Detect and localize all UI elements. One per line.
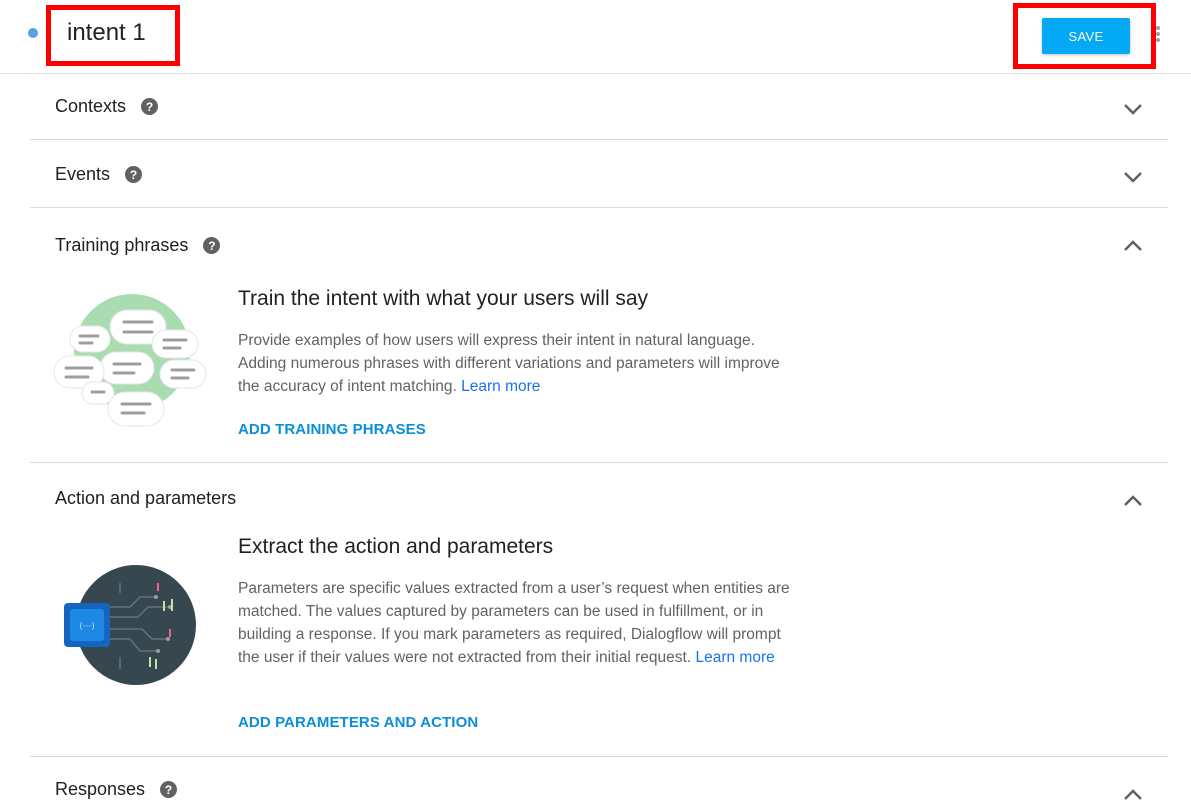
top-bar: intent 1 SAVE: [0, 0, 1191, 74]
contexts-section[interactable]: Contexts ?: [30, 74, 1168, 140]
action-parameters-header[interactable]: Action and parameters: [55, 488, 236, 509]
add-parameters-and-action-button[interactable]: ADD PARAMETERS AND ACTION: [238, 714, 478, 731]
action-parameters-section: Action and parameters (···) Extract the: [30, 463, 1168, 757]
more-vert-icon[interactable]: [1154, 26, 1162, 42]
learn-more-link[interactable]: Learn more: [695, 649, 774, 666]
responses-section: Responses ?: [30, 757, 1168, 806]
contexts-label: Contexts: [55, 96, 127, 116]
contexts-header[interactable]: Contexts ?: [55, 96, 159, 117]
save-button[interactable]: SAVE: [1042, 18, 1130, 54]
responses-header[interactable]: Responses ?: [55, 779, 178, 800]
chevron-up-icon[interactable]: [1123, 789, 1143, 801]
events-label: Events: [55, 164, 111, 184]
training-phrases-heading: Train the intent with what your users wi…: [238, 287, 649, 310]
add-training-phrases-button[interactable]: ADD TRAINING PHRASES: [238, 421, 426, 438]
help-circle-icon[interactable]: ?: [203, 237, 221, 254]
intent-title[interactable]: intent 1: [67, 19, 146, 47]
help-circle-icon[interactable]: ?: [141, 98, 159, 115]
events-section[interactable]: Events ?: [30, 140, 1168, 208]
training-phrases-label: Training phrases: [55, 235, 189, 255]
action-parameters-label: Action and parameters: [55, 488, 237, 508]
chevron-up-icon[interactable]: [1123, 495, 1143, 507]
training-phrases-section: Training phrases ? Train the intent with…: [30, 208, 1168, 463]
events-header[interactable]: Events ?: [55, 164, 143, 185]
action-parameters-description: Parameters are specific values extracted…: [238, 580, 790, 666]
action-parameters-heading: Extract the action and parameters: [238, 535, 554, 558]
chevron-down-icon[interactable]: [1123, 171, 1143, 183]
training-phrases-description: Provide examples of how users will expre…: [238, 332, 780, 395]
help-circle-icon[interactable]: ?: [125, 166, 143, 183]
chevron-up-icon[interactable]: [1123, 240, 1143, 252]
training-phrases-header[interactable]: Training phrases ?: [55, 235, 221, 256]
chevron-down-icon[interactable]: [1123, 103, 1143, 115]
unsaved-indicator-dot: [28, 28, 38, 38]
circuit-chip-illustration: (···): [64, 565, 196, 685]
speech-bubbles-illustration: [53, 294, 207, 427]
help-circle-icon[interactable]: ?: [160, 781, 178, 798]
svg-text:(···): (···): [79, 622, 95, 632]
learn-more-link[interactable]: Learn more: [461, 378, 540, 395]
responses-label: Responses: [55, 779, 146, 799]
